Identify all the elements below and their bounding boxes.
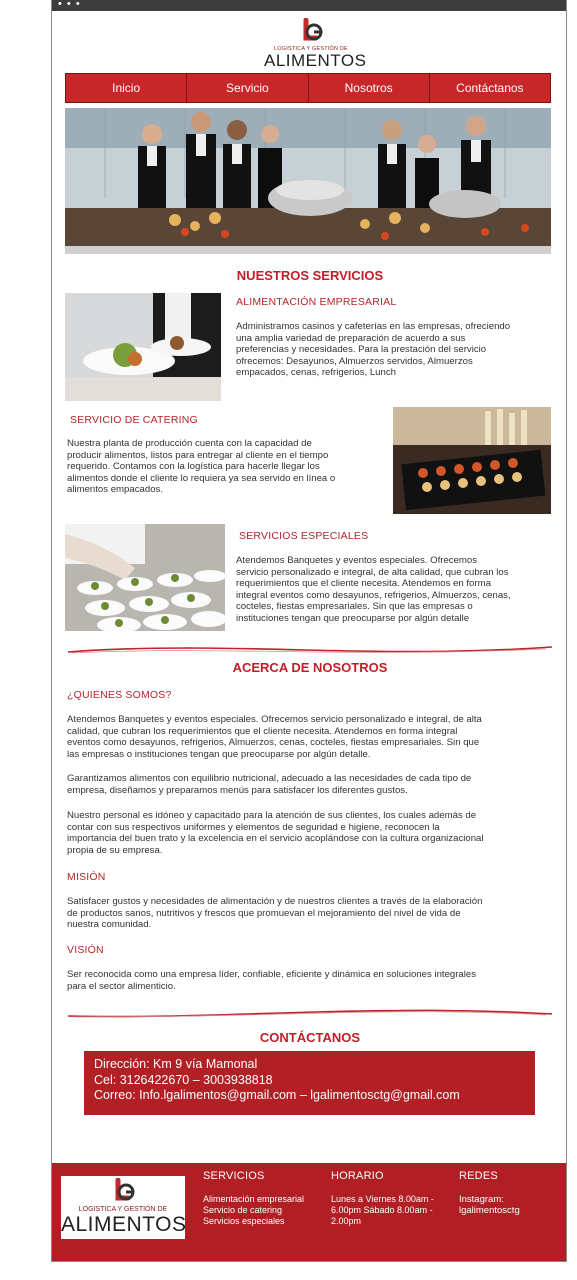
who-heading: ¿QUIENES SOMOS? [67,689,172,701]
text-line: Garantizamos alimentos con equilibrio nu… [67,773,472,784]
mission-text: Satisfacer gustos y necesidades de alime… [67,896,557,931]
footer-social-text: Instagram: lgalimentosctg [459,1194,559,1216]
vision-text: Ser reconocida como una empresa líder, c… [67,969,557,992]
service-heading-especiales: SERVICIOS ESPECIALES [239,530,369,542]
text-line: 2.00pm [331,1216,362,1226]
text-line: Instagram: [459,1194,504,1205]
text-line: contar con sus respectivos uniformes y e… [67,821,440,833]
text-line: para el sector alimenticio. [67,980,176,992]
footer-logo[interactable]: LOGISTICA Y GESTIÓN DE ALIMENTOS [61,1176,187,1239]
lg-logo-icon [297,18,325,44]
who-paragraph-2: Garantizamos alimentos con equilibrio nu… [67,773,557,796]
window-title-bar: • • • [52,0,566,11]
contact-phone[interactable]: Cel: 3126422670 – 3003938818 [94,1073,525,1089]
text-line: Nuestro personal es idóneo y capacitado … [67,810,477,821]
footer-services-list: Alimentación empresarial Servicio de cat… [203,1194,323,1227]
text-line: ofrecemos: Desayunos, Almuerzos servidos… [236,355,473,367]
text-line: Administramos casinos y cafeterías en la… [236,321,511,332]
site-footer: LOGISTICA Y GESTIÓN DE ALIMENTOS SERVICI… [52,1163,566,1261]
lg-logo-icon [115,1178,135,1201]
service-desc-especiales: Atendemos Banquetes y eventos especiales… [236,555,556,625]
text-line: Atendemos Banquetes y eventos especiales… [67,714,482,725]
nav-item-servicio[interactable]: Servicio [187,74,309,102]
text-line: alimentos empacados. [67,484,163,496]
hero-illustration [65,108,551,254]
text-line: propia de su empresa. [67,844,163,856]
text-line: las empresas o instituciones tengan que … [67,748,371,760]
footer-social-title: REDES [459,1170,498,1182]
brush-divider [67,1009,553,1018]
catering-canapes-photo [393,407,551,514]
service-desc-empresarial: Administramos casinos y cafeterías en la… [236,321,551,379]
text-line: integral eventos como desayunos, refrige… [236,589,511,601]
nav-item-nosotros[interactable]: Nosotros [309,74,430,102]
text-line: empresa, diseñamos y preparamos menús pa… [67,784,408,796]
mission-heading: MISIÓN [67,871,106,883]
footer-link[interactable]: Servicios especiales [203,1216,323,1227]
contact-info-box: Dirección: Km 9 vía Mamonal Cel: 3126422… [84,1051,535,1115]
header-logo[interactable]: LOGISTICA Y GESTIÓN DE ALIMENTOS [264,18,367,70]
who-paragraph-1: Atendemos Banquetes y eventos especiales… [67,714,557,760]
contact-email[interactable]: Correo: Info.lgalimentos@gmail.com – lga… [94,1088,525,1104]
text-line: requerimientos que el cliente necesita. … [236,578,491,590]
waiter-plates-photo [65,293,221,401]
services-title: NUESTROS SERVICIOS [236,268,384,283]
vision-heading: VISIÓN [67,944,104,956]
who-paragraph-3: Nuestro personal es idóneo y capacitado … [67,810,557,856]
text-line: preferencias y necesidades. Para la pres… [236,344,487,356]
logo-wordmark: ALIMENTOS [264,51,367,70]
footer-hours-title: HORARIO [331,1170,384,1182]
text-line: Nuestra planta de producción cuenta con … [67,438,312,449]
text-line: producir alimentos, listos para entregar… [67,449,329,461]
text-line: Satisfacer gustos y necesidades de alime… [67,896,483,907]
text-line: alimentos donde el cliente lo requiera y… [67,472,336,484]
hero-staff-photo [65,108,551,254]
text-line: Ser reconocida como una empresa líder, c… [67,969,477,980]
service-desc-catering: Nuestra planta de producción cuenta con … [67,438,387,496]
text-line: calidad, que cubran los requerimientos q… [67,725,458,737]
text-line: 6.00pm Sábado 8.00am - [331,1205,433,1215]
text-line: empacados, cenas, refrigerios, Lunch [236,367,396,379]
chefs-plating-photo [65,524,225,631]
main-nav: Inicio Servicio Nosotros Contáctanos [65,73,551,103]
text-line: cocteles, fiestas empresariales. Sin que… [236,601,473,613]
instagram-handle[interactable]: lgalimentosctg [459,1205,559,1216]
footer-hours-text: Lunes a Viernes 8.00am - 6.00pm Sábado 8… [331,1194,449,1227]
footer-services-title: SERVICIOS [203,1170,265,1182]
text-line: importancia del buen trato y la excelenc… [67,833,484,845]
nav-item-inicio[interactable]: Inicio [66,74,188,102]
text-line: nuestra comunidad. [67,919,152,931]
footer-link[interactable]: Servicio de catering [203,1205,323,1216]
service-heading-empresarial: ALIMENTACIÓN EMPRESARIAL [236,296,397,308]
page-frame: • • • LOGISTICA Y GESTIÓN DE ALIMENTOS I… [51,0,567,1262]
contact-title: CONTÁCTANOS [259,1030,361,1045]
text-line: instituciones tengan que preocuparse por… [236,612,470,624]
brush-divider [67,646,553,654]
contact-address: Dirección: Km 9 vía Mamonal [94,1057,258,1071]
text-line: de productos sanos, nutritivos y frescos… [67,907,461,919]
text-line: servicio personalizado e integral, de al… [236,566,509,578]
text-line: eventos como desayunos, refrigerios, Alm… [67,737,480,749]
text-line: Atendemos Banquetes y eventos especiales… [236,555,478,566]
window-dots-icon: • • • [58,0,81,10]
text-line: una amplia variedad de preparación de ac… [236,332,466,344]
about-title: ACERCA DE NOSOTROS [232,660,388,675]
nav-item-contactanos[interactable]: Contáctanos [430,74,550,102]
footer-logo-tagline: LOGISTICA Y GESTIÓN DE [78,1206,168,1213]
service-heading-catering: SERVICIO DE CATERING [70,414,198,426]
text-line: Lunes a Viernes 8.00am - [331,1194,434,1204]
footer-logo-wordmark: ALIMENTOS [61,1213,187,1236]
text-line: requerido. Contamos con la logística par… [67,461,320,473]
footer-link[interactable]: Alimentación empresarial [203,1194,323,1205]
